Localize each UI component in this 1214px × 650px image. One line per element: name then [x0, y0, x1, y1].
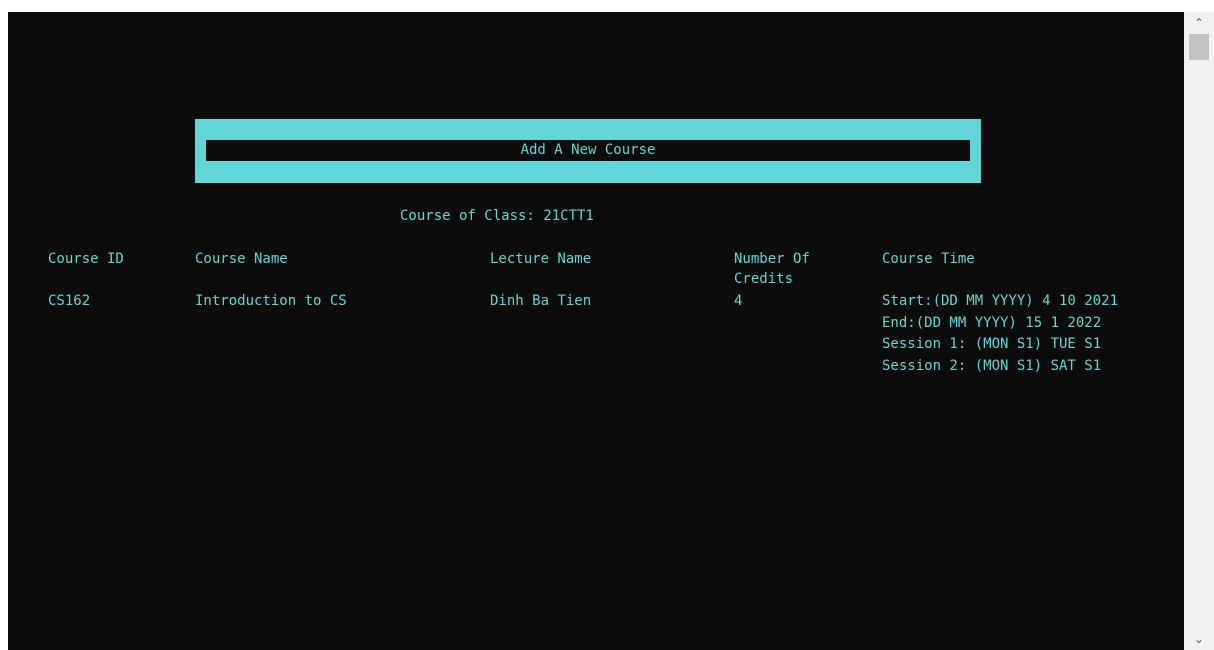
- header-course-time: Course Time: [882, 251, 975, 267]
- console-area[interactable]: Add A New Course Course of Class: 21CTT1…: [8, 12, 1184, 650]
- cell-lecturer: Dinh Ba Tien: [490, 293, 592, 309]
- cell-session-2: Session 2: (MON S1) SAT S1: [882, 358, 1102, 374]
- header-credits-line2: Credits: [734, 271, 794, 287]
- header-lecturer: Lecture Name: [490, 251, 592, 267]
- cell-credits: 4: [734, 293, 743, 309]
- cell-course-id: CS162: [48, 293, 91, 309]
- cell-session-1: Session 1: (MON S1) TUE S1: [882, 336, 1102, 352]
- console-window: Add A New Course Course of Class: 21CTT1…: [0, 0, 1214, 650]
- scroll-down-button[interactable]: ⌄: [1184, 628, 1214, 650]
- header-course-name: Course Name: [195, 251, 288, 267]
- page-title: Add A New Course: [520, 142, 656, 158]
- title-banner: Add A New Course: [195, 119, 981, 183]
- title-inner: Add A New Course: [206, 140, 970, 161]
- cell-time-end: End:(DD MM YYYY) 15 1 2022: [882, 315, 1102, 331]
- vertical-scrollbar[interactable]: ⌃ ⌄: [1184, 12, 1214, 650]
- class-label: Course of Class: 21CTT1: [400, 208, 594, 224]
- scroll-up-button[interactable]: ⌃: [1184, 12, 1214, 34]
- table-row: CS162 Introduction to CS Dinh Ba Tien 4 …: [8, 278, 1184, 468]
- header-credits-line1: Number Of: [734, 251, 810, 267]
- chevron-up-icon: ⌃: [1193, 16, 1205, 30]
- scroll-thumb[interactable]: [1189, 34, 1209, 60]
- cell-time-start: Start:(DD MM YYYY) 4 10 2021: [882, 293, 1119, 309]
- header-course-id: Course ID: [48, 251, 124, 267]
- cell-course-name: Introduction to CS: [195, 293, 347, 309]
- chevron-down-icon: ⌄: [1193, 632, 1205, 646]
